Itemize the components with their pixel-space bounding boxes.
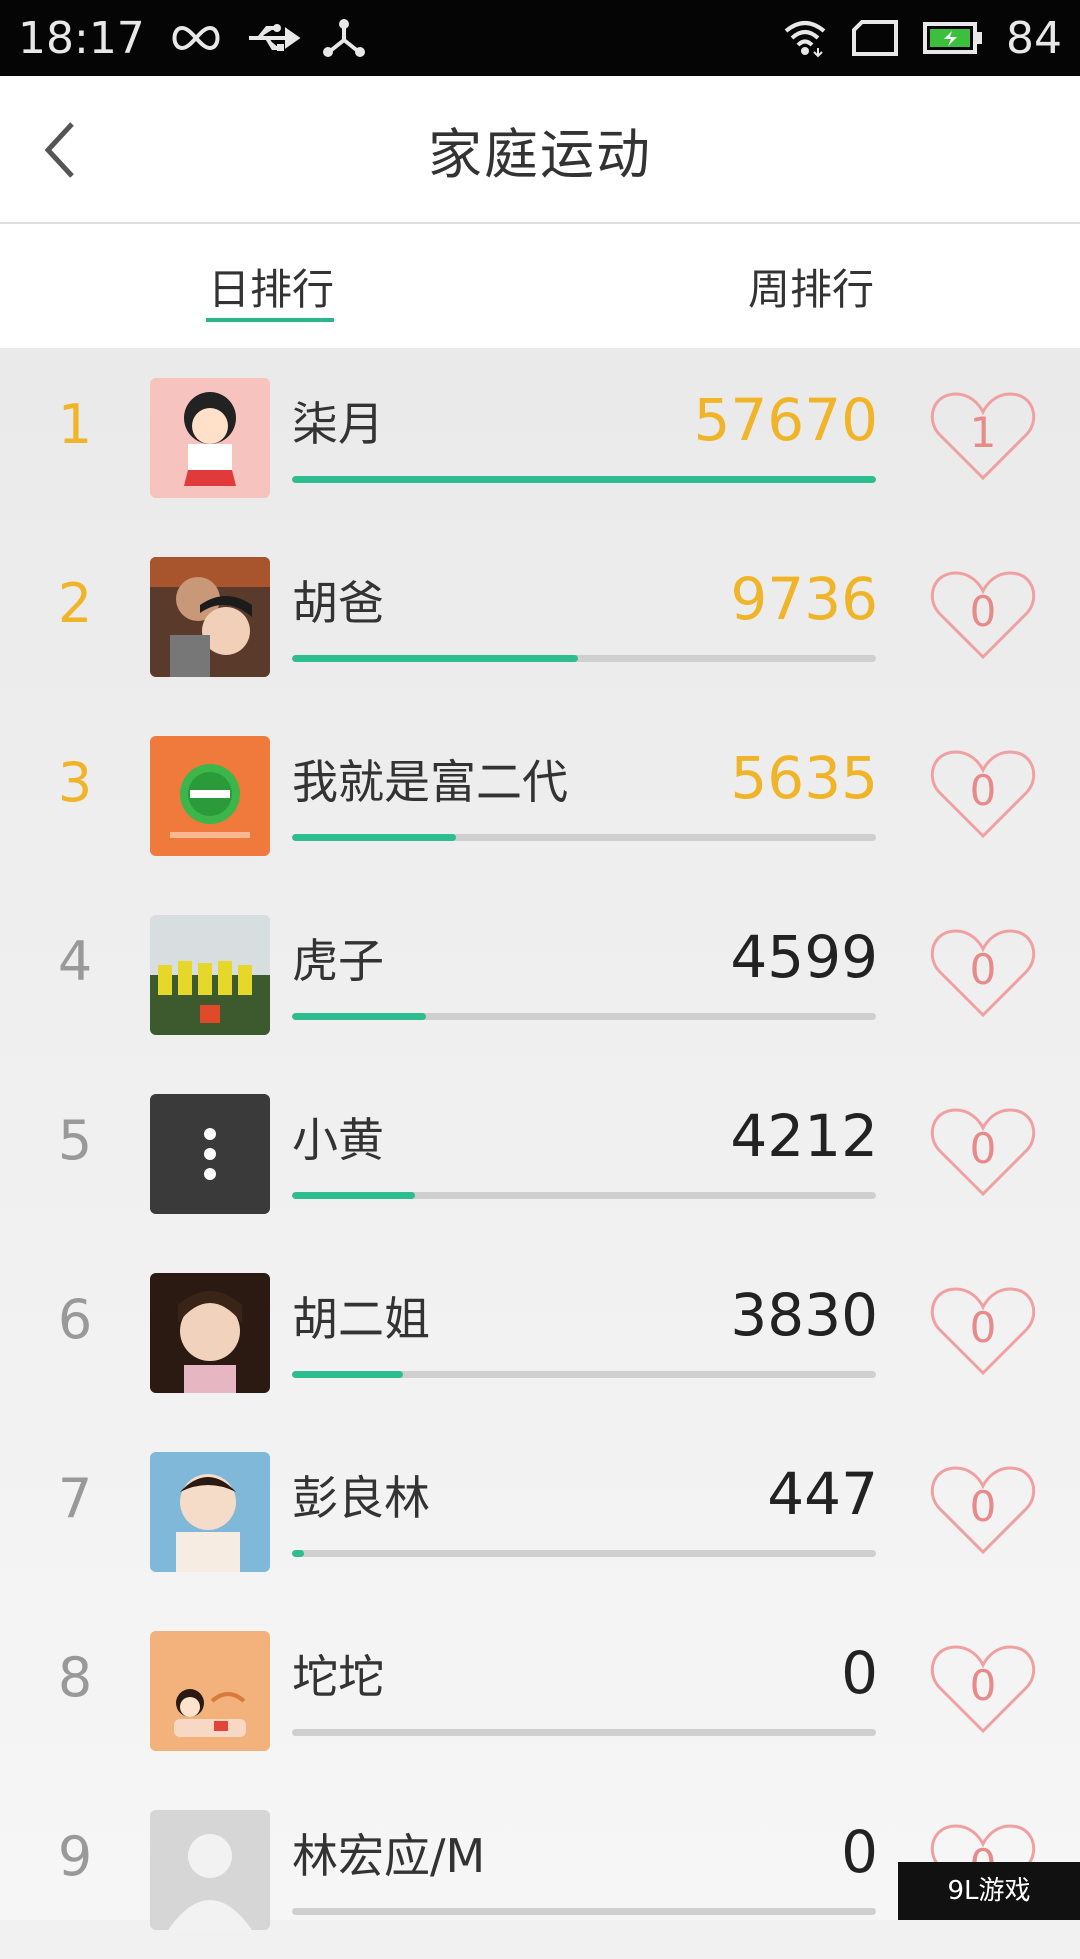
avatar[interactable] xyxy=(150,378,270,498)
progress-bar xyxy=(292,1013,876,1020)
step-count: 3830 xyxy=(730,1281,878,1349)
leaderboard-row[interactable]: 3 我就是富二代 5635 0 xyxy=(0,706,1080,885)
sim-card-icon xyxy=(850,19,900,57)
like-count: 0 xyxy=(969,1303,997,1352)
avatar[interactable] xyxy=(150,557,270,677)
progress-fill xyxy=(292,476,876,483)
rank-number: 5 xyxy=(57,1109,93,1172)
like-button[interactable]: 0 xyxy=(930,746,1036,842)
like-count: 0 xyxy=(969,1124,997,1173)
progress-bar xyxy=(292,1908,876,1915)
avatar[interactable] xyxy=(150,915,270,1035)
progress-bar xyxy=(292,1192,876,1199)
watermark-logo: 9L游戏 xyxy=(898,1862,1080,1920)
progress-fill xyxy=(292,1371,403,1378)
rank-number: 4 xyxy=(57,930,93,993)
leaderboard-row[interactable]: 8 坨坨 0 0 xyxy=(0,1601,1080,1780)
rank-number: 7 xyxy=(57,1467,93,1530)
step-count: 4212 xyxy=(730,1102,878,1170)
progress-bar xyxy=(292,1371,876,1378)
nav-bar: 家庭运动 xyxy=(0,76,1080,224)
user-name: 坨坨 xyxy=(292,1650,384,1704)
leaderboard-row[interactable]: 7 彭良林 447 0 xyxy=(0,1422,1080,1601)
progress-fill xyxy=(292,1550,304,1557)
like-count: 0 xyxy=(969,766,997,815)
rank-number: 2 xyxy=(57,572,93,635)
progress-bar xyxy=(292,1729,876,1736)
rank-number: 8 xyxy=(57,1646,93,1709)
active-tab-indicator xyxy=(206,318,334,322)
like-button[interactable]: 0 xyxy=(930,567,1036,663)
like-button[interactable]: 0 xyxy=(930,925,1036,1021)
wifi-icon xyxy=(782,18,828,58)
more-vertical-icon xyxy=(204,1128,216,1180)
rank-number: 3 xyxy=(57,751,93,814)
like-button[interactable]: 1 xyxy=(930,388,1036,484)
page-title: 家庭运动 xyxy=(428,122,652,186)
user-name: 彭良林 xyxy=(292,1471,430,1525)
user-name: 林宏应/M xyxy=(292,1829,486,1883)
default-avatar-icon xyxy=(150,1810,270,1930)
user-name: 胡二姐 xyxy=(292,1292,430,1346)
progress-bar xyxy=(292,655,876,662)
usb-icon xyxy=(245,21,301,55)
user-name: 柒月 xyxy=(292,397,384,451)
step-count: 0 xyxy=(841,1639,878,1707)
user-name: 胡爸 xyxy=(292,576,384,630)
user-name: 小黄 xyxy=(292,1113,384,1167)
rank-number: 9 xyxy=(57,1825,93,1888)
step-count: 9736 xyxy=(730,565,878,633)
leaderboard-row[interactable]: 5 小黄 4212 0 xyxy=(0,1064,1080,1243)
progress-bar xyxy=(292,1550,876,1557)
status-time: 18:17 xyxy=(18,12,145,64)
progress-fill xyxy=(292,1013,427,1020)
battery-level: 84 xyxy=(1006,12,1062,64)
avatar[interactable] xyxy=(150,1810,270,1930)
usb-tether-icon xyxy=(321,18,367,58)
leaderboard-row[interactable]: 6 胡二姐 3830 0 xyxy=(0,1243,1080,1422)
like-count: 0 xyxy=(969,587,997,636)
battery-icon xyxy=(922,21,984,55)
progress-bar xyxy=(292,476,876,483)
like-button[interactable]: 0 xyxy=(930,1104,1036,1200)
leaderboard-row[interactable]: 1 柒月 57670 1 xyxy=(0,348,1080,527)
user-name: 我就是富二代 xyxy=(292,755,568,809)
leaderboard-row[interactable]: 4 虎子 4599 0 xyxy=(0,885,1080,1064)
avatar[interactable] xyxy=(150,736,270,856)
progress-fill xyxy=(292,834,456,841)
user-name: 虎子 xyxy=(292,934,384,988)
leaderboard-list[interactable]: 1 柒月 57670 1 2 胡爸 9736 0 3 我就是富二代 5635 0… xyxy=(0,348,1080,1930)
like-count: 1 xyxy=(969,408,997,457)
step-count: 0 xyxy=(841,1818,878,1886)
like-count: 0 xyxy=(969,945,997,994)
infinity-icon xyxy=(167,23,225,53)
like-button[interactable]: 0 xyxy=(930,1641,1036,1737)
progress-fill xyxy=(292,1192,415,1199)
rank-number: 6 xyxy=(57,1288,93,1351)
like-button[interactable]: 0 xyxy=(930,1462,1036,1558)
avatar[interactable] xyxy=(150,1273,270,1393)
avatar[interactable] xyxy=(150,1631,270,1751)
like-count: 0 xyxy=(969,1482,997,1531)
avatar[interactable] xyxy=(150,1094,270,1214)
like-button[interactable]: 0 xyxy=(930,1283,1036,1379)
tab-daily-ranking[interactable]: 日排行 xyxy=(208,224,334,348)
step-count: 4599 xyxy=(730,923,878,991)
step-count: 5635 xyxy=(730,744,878,812)
step-count: 57670 xyxy=(693,386,878,454)
step-count: 447 xyxy=(767,1460,878,1528)
progress-fill xyxy=(292,655,579,662)
progress-bar xyxy=(292,834,876,841)
rank-number: 1 xyxy=(57,393,93,456)
leaderboard-row[interactable]: 2 胡爸 9736 0 xyxy=(0,527,1080,706)
tab-bar: 日排行 周排行 xyxy=(0,224,1080,348)
tab-weekly-ranking[interactable]: 周排行 xyxy=(748,224,874,348)
status-bar: 18:17 84 xyxy=(0,0,1080,76)
like-count: 0 xyxy=(969,1661,997,1710)
avatar[interactable] xyxy=(150,1452,270,1572)
